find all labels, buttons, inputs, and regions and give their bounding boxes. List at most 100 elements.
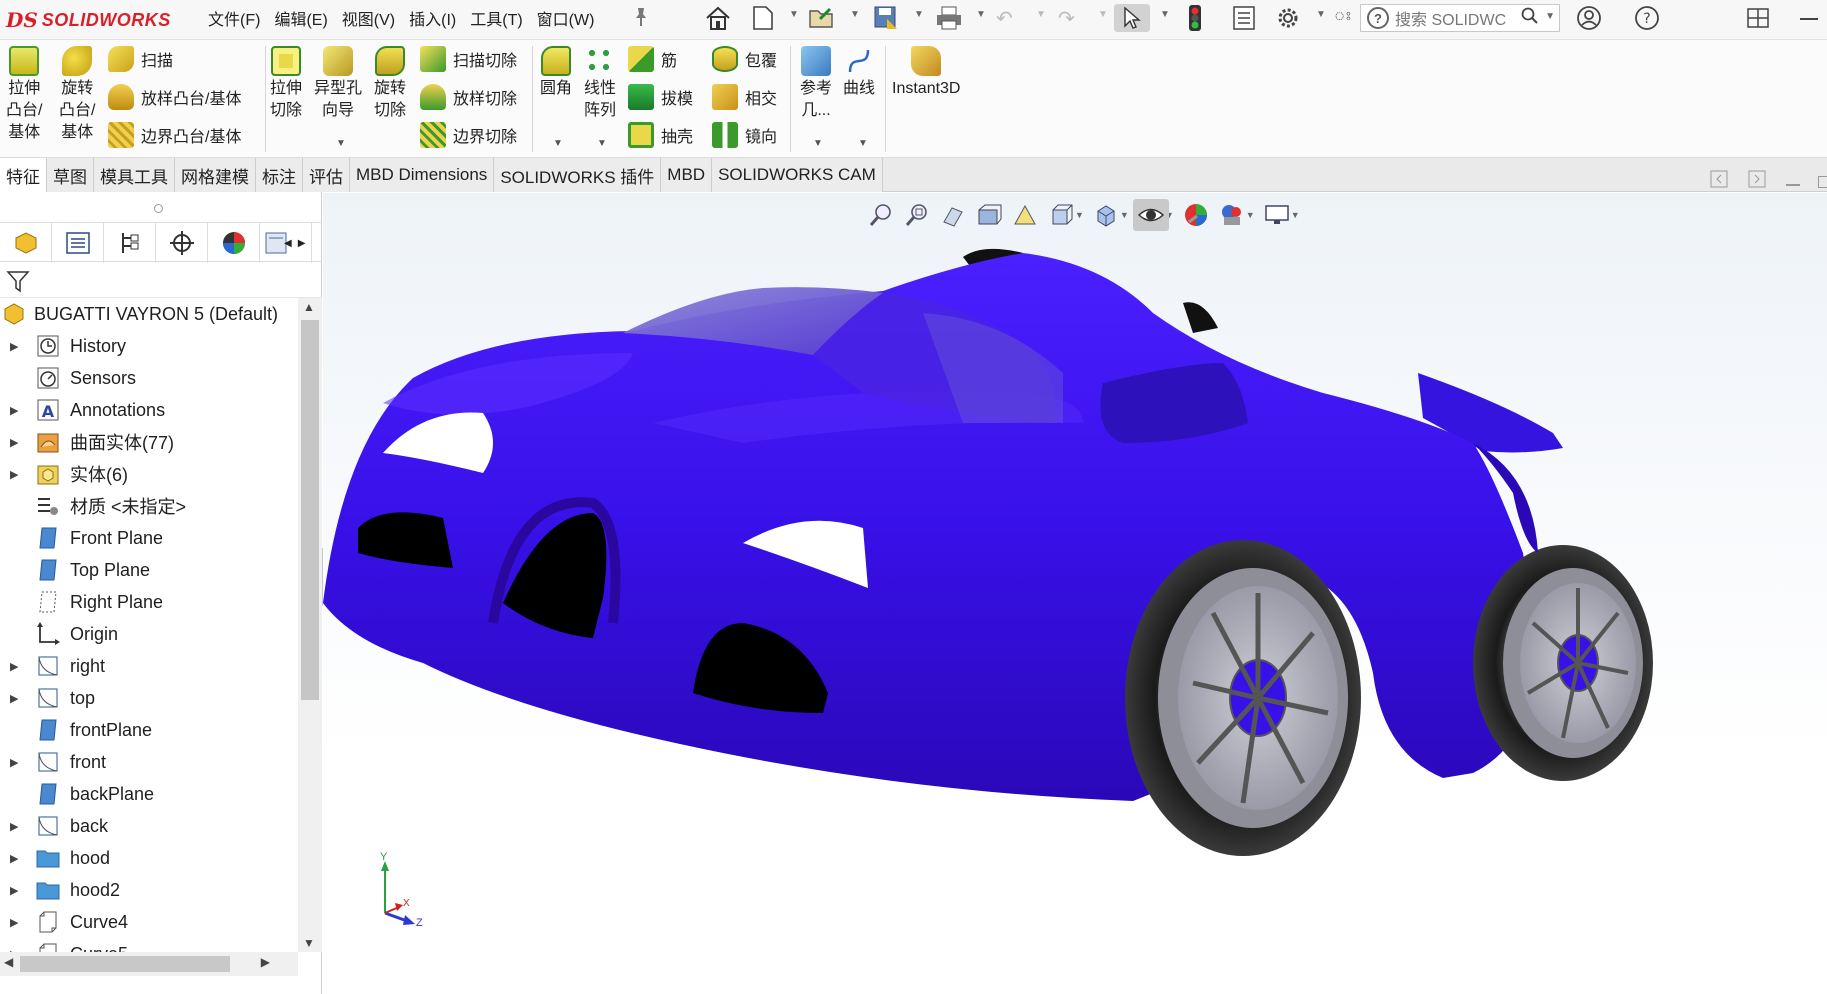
expand-arrow-icon[interactable]: ▶ [10,660,18,673]
search-icon[interactable] [1521,7,1539,30]
tab-evaluate[interactable]: 评估 [303,158,350,192]
redo-icon[interactable]: ↷ [1058,4,1075,32]
expand-arrow-icon[interactable]: ▶ [10,436,18,449]
help-icon[interactable]: ? [1634,4,1660,32]
revolve-cut-button[interactable]: 旋转 切除 [374,46,406,122]
chevron-down-icon[interactable]: ▼ [553,138,563,149]
tile-left-icon[interactable] [1710,170,1728,193]
lofted-cut-button[interactable]: 放样切除 [420,82,517,112]
home-icon[interactable] [704,4,732,32]
tree-item[interactable]: ▶Curve5 [0,938,298,952]
minimize-icon[interactable] [1800,18,1818,20]
hole-wizard-button[interactable]: 异型孔 向导 [314,46,362,122]
chevron-down-icon[interactable]: ▼ [789,9,799,20]
chevron-down-icon[interactable]: ▼ [1316,9,1326,20]
print-icon[interactable] [935,4,963,32]
scroll-right-icon[interactable]: ▶ [298,238,306,249]
curves-button[interactable]: 曲线 [843,46,875,100]
save-icon[interactable] [873,4,899,32]
cam-manager-tab[interactable]: ◀ ▶ [260,223,312,263]
tab-mbd[interactable]: MBD [661,158,713,192]
undo-icon[interactable]: ↶ [996,4,1013,32]
tab-mbd-dimensions[interactable]: MBD Dimensions [350,158,495,192]
tab-solidworks-addins[interactable]: SOLIDWORKS 插件 [494,158,662,192]
boundary-cut-button[interactable]: 边界切除 [420,120,517,150]
solidworks-logo[interactable]: DS SOLIDWORKS [6,6,171,34]
chevron-down-icon[interactable]: ▼ [976,9,986,20]
tree-item[interactable]: ▶ front [0,746,298,778]
file-properties-icon[interactable] [1232,4,1256,32]
more-icon[interactable]: ঃ [1334,4,1352,32]
menu-window[interactable]: 窗口(W) [537,6,595,30]
restore-window-icon[interactable] [1746,4,1770,32]
new-document-icon[interactable] [752,4,774,32]
menu-view[interactable]: 视图(V) [342,6,395,30]
tree-item[interactable]: ▶ Curve4 [0,906,298,938]
chevron-down-icon[interactable]: ▼ [813,138,823,149]
tree-item[interactable]: Right Plane [0,586,298,618]
search-input[interactable]: 搜索 SOLIDWC [1395,6,1506,30]
maximize-panel-icon[interactable] [1818,176,1827,188]
options-gear-icon[interactable] [1275,4,1301,32]
search-box[interactable]: ? 搜索 SOLIDWC ▼ [1360,4,1560,32]
select-cursor-icon[interactable] [1114,4,1150,32]
tab-features[interactable]: 特征 [0,158,47,192]
chevron-down-icon[interactable]: ▼ [1036,9,1046,20]
tree-item[interactable]: ▶ top [0,682,298,714]
extrude-cut-button[interactable]: 拉伸 切除 [270,46,302,122]
tree-vertical-scrollbar[interactable]: ▲ ▼ [298,298,322,952]
tree-item[interactable]: ▶ 实体(6) [0,458,298,490]
scroll-left-icon[interactable]: ◀ [4,955,13,969]
expand-arrow-icon[interactable]: ▶ [10,820,18,833]
user-account-icon[interactable] [1576,4,1602,32]
tree-item[interactable]: Origin [0,618,298,650]
scroll-down-icon[interactable]: ▼ [303,936,315,950]
tree-item[interactable]: ▶ 曲面实体(77) [0,426,298,458]
loft-boss-button[interactable]: 放样凸台/基体 [108,82,241,112]
scrollbar-thumb[interactable] [301,320,319,700]
feature-manager-tab[interactable] [0,223,52,263]
chevron-down-icon[interactable]: ▼ [850,9,860,20]
tab-mold-tools[interactable]: 模具工具 [94,158,175,192]
revolve-boss-button[interactable]: 旋转 凸台/ 基体 [59,46,95,144]
chevron-down-icon[interactable]: ▼ [1545,11,1555,22]
tree-item[interactable]: ▶ hood [0,842,298,874]
minimize-panel-icon[interactable] [1786,184,1800,186]
property-manager-tab[interactable] [52,223,104,263]
expand-arrow-icon[interactable]: ▶ [10,756,18,769]
rebuild-traffic-light-icon[interactable] [1188,4,1202,32]
chevron-down-icon[interactable]: ▼ [858,138,868,149]
tree-item[interactable]: ▶ right [0,650,298,682]
rib-button[interactable]: 筋 [628,44,677,74]
tree-item[interactable]: Sensors [0,362,298,394]
tree-filter[interactable] [0,264,322,298]
tab-markup[interactable]: 标注 [256,158,303,192]
linear-pattern-button[interactable]: 线性 阵列 [584,46,616,122]
dimxpert-manager-tab[interactable] [156,223,208,263]
draft-button[interactable]: 拔模 [628,82,693,112]
pin-menu-icon[interactable] [631,6,651,34]
extrude-boss-button[interactable]: 拉伸 凸台/ 基体 [6,46,42,144]
sweep-button[interactable]: 扫描 [108,44,173,74]
chevron-down-icon[interactable]: ▼ [336,138,346,149]
mirror-button[interactable]: 镜向 [712,120,777,150]
tree-item[interactable]: ▶ hood2 [0,874,298,906]
graphics-area[interactable]: ▼ ▼ ▼ ▼ ▼ Y X Z [323,193,1827,994]
intersect-button[interactable]: 相交 [712,82,777,112]
tree-root[interactable]: BUGATTI VAYRON 5 (Default) [0,298,298,330]
expand-arrow-icon[interactable]: ▶ [10,852,18,865]
shell-button[interactable]: 抽壳 [628,120,693,150]
scroll-left-icon[interactable]: ◀ [284,238,292,249]
configuration-manager-tab[interactable] [104,223,156,263]
menu-tools[interactable]: 工具(T) [470,6,522,30]
scroll-up-icon[interactable]: ▲ [303,300,315,314]
expand-arrow-icon[interactable]: ▶ [10,916,18,929]
wrap-button[interactable]: 包覆 [712,44,777,74]
tree-item[interactable]: backPlane [0,778,298,810]
menu-file[interactable]: 文件(F) [208,6,260,30]
menu-insert[interactable]: 插入(I) [409,6,456,30]
expand-arrow-icon[interactable]: ▶ [10,340,18,353]
tree-item[interactable]: ▶ back [0,810,298,842]
tile-right-icon[interactable] [1748,170,1766,193]
tree-horizontal-scrollbar[interactable]: ◀ ▶ [0,952,298,976]
